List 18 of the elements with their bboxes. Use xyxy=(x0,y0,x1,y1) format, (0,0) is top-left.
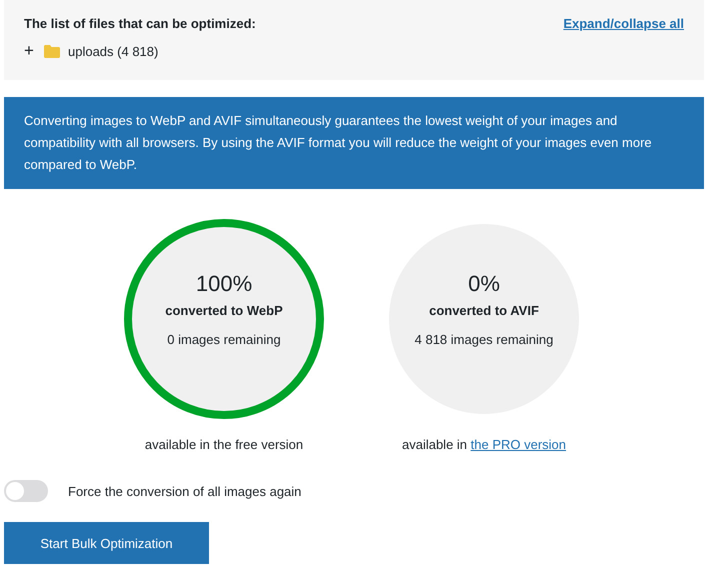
option-label: Force the conversion of all images again xyxy=(68,484,302,498)
start-button[interactable]: Start Bulk Optimization xyxy=(4,522,209,564)
panel-title: The list of files that can be optimized: xyxy=(24,16,256,31)
expand-toggle[interactable]: + xyxy=(24,43,36,59)
availability-note: available in the PRO version xyxy=(402,437,566,452)
remaining-count: 0 images remaining xyxy=(167,332,281,347)
folder-icon xyxy=(44,44,60,58)
notice-banner: Converting images to WebP and AVIF simultaneously guarantees the lowest weight of your images and compatibility with all browsers. By using the AVIF format you will reduce the weight of your images even more compared to WebP. xyxy=(4,97,704,189)
availability-note: available in the free version xyxy=(144,437,304,452)
folder-label[interactable]: uploads (4 818) xyxy=(68,44,158,58)
percent-value: 0% xyxy=(468,271,500,297)
expand-collapse-link[interactable]: Expand/collapse all xyxy=(563,16,684,31)
progress-label: converted to AVIF xyxy=(429,303,539,318)
progress-label: converted to WebP xyxy=(165,303,283,318)
percent-value: 100% xyxy=(196,271,252,297)
toggle-switch[interactable] xyxy=(4,480,48,502)
remaining-count: 4 818 images remaining xyxy=(414,332,554,347)
pro-version-link[interactable]: the PRO version xyxy=(470,437,566,452)
